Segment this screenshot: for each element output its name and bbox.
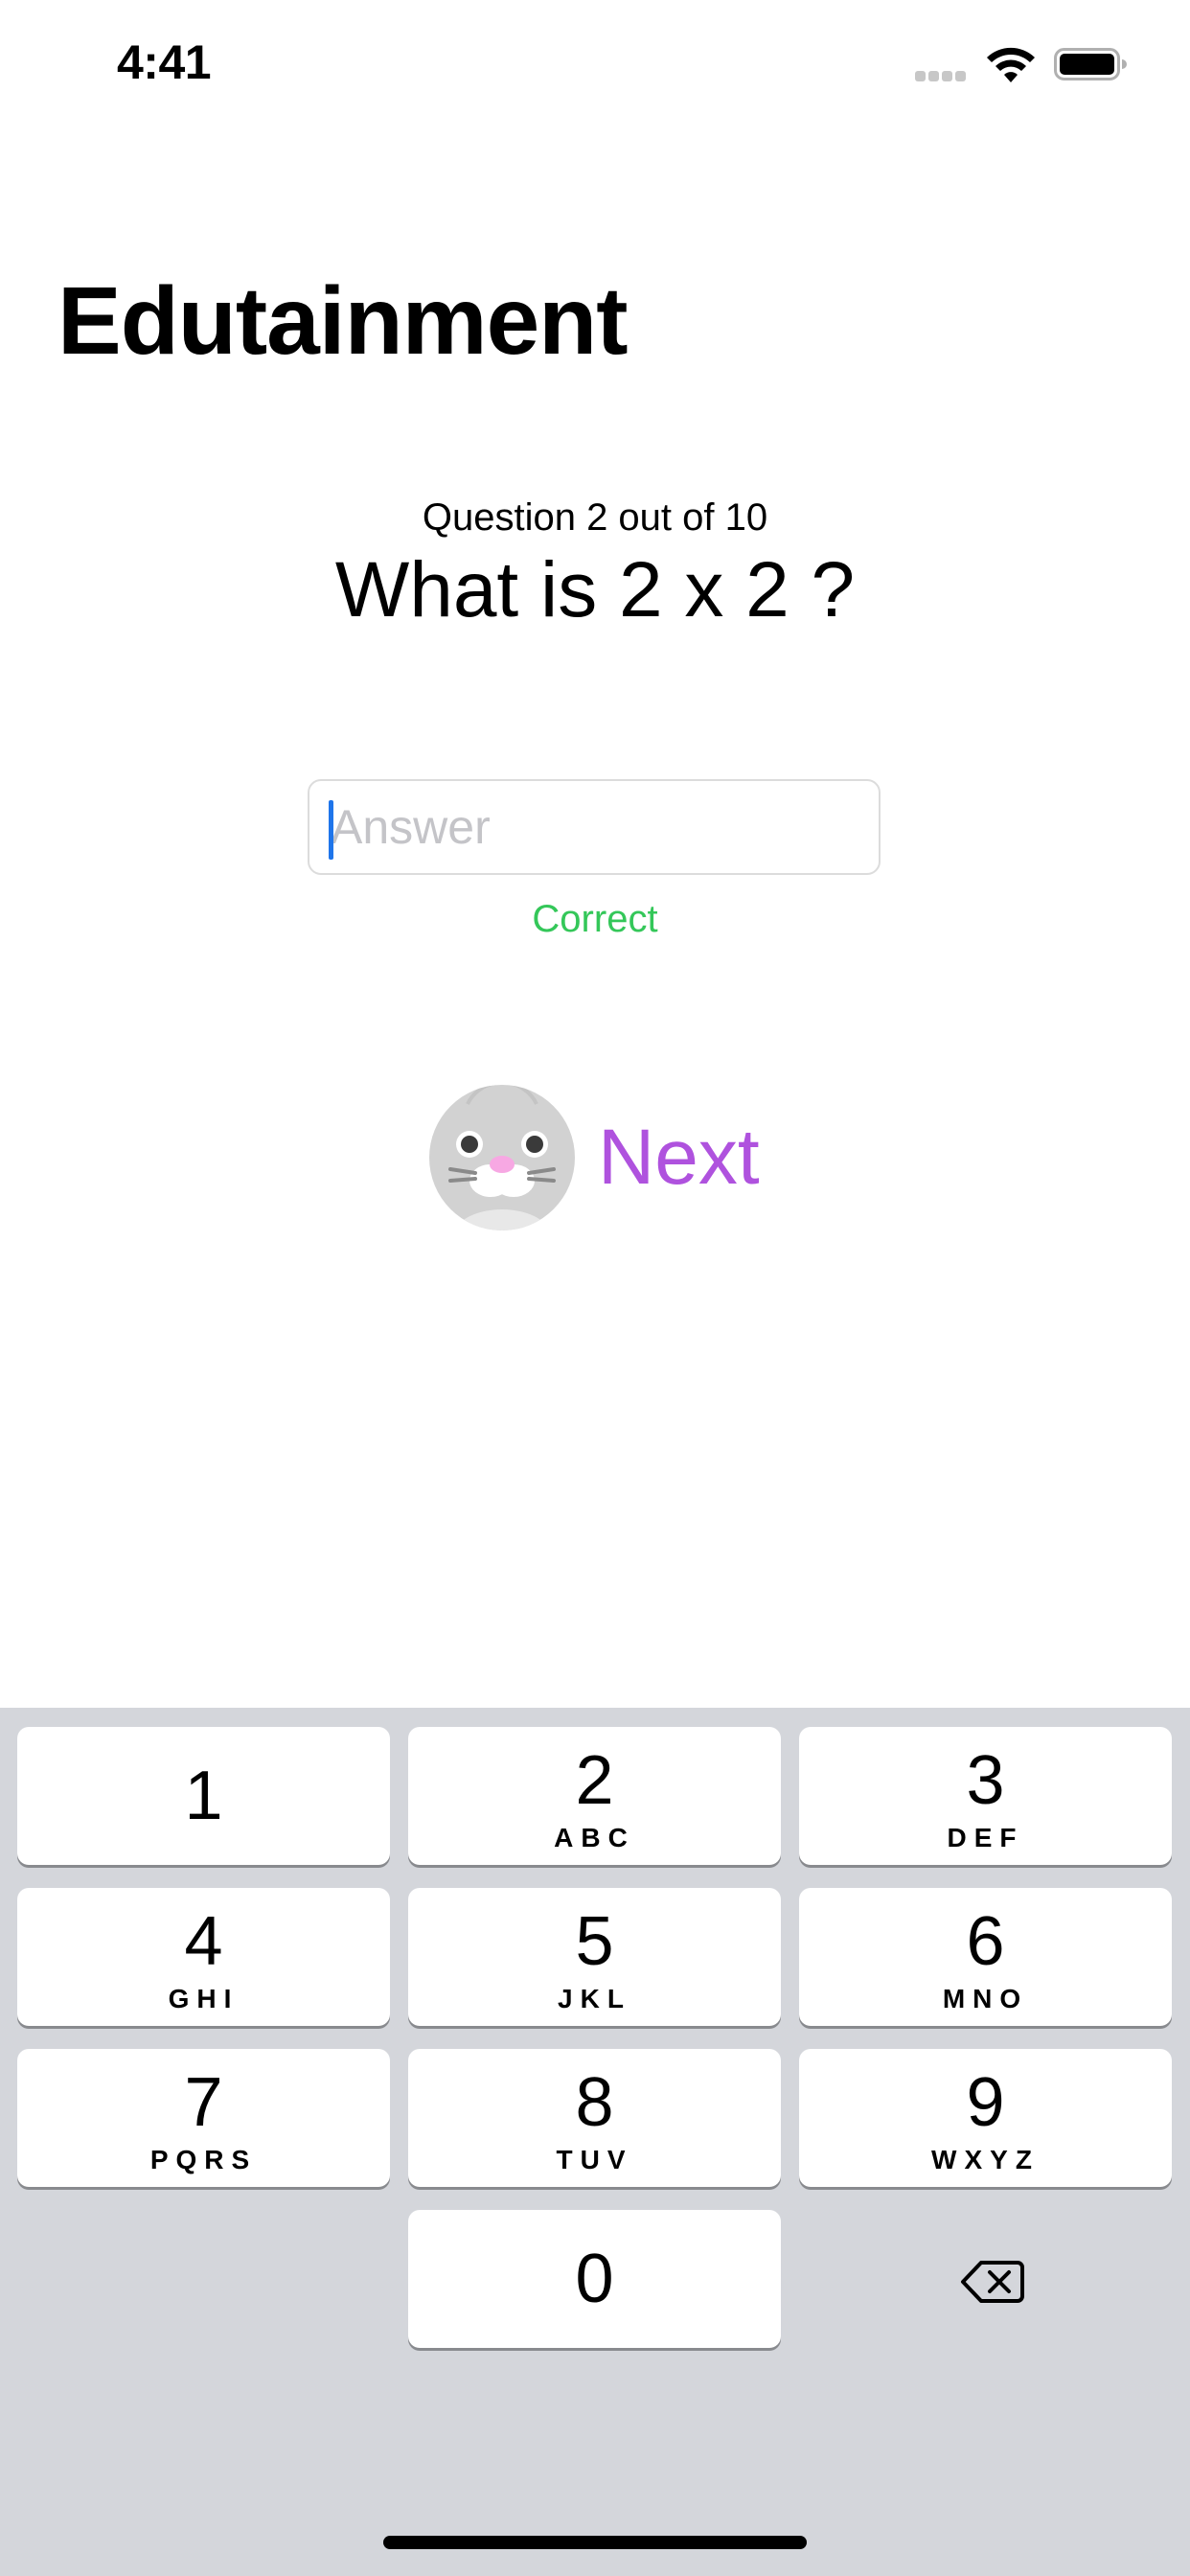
wifi-icon [987, 47, 1035, 82]
key-3[interactable]: 3 DEF [799, 1727, 1172, 1865]
key-letters: ABC [554, 1823, 635, 1852]
answer-field[interactable] [308, 779, 881, 875]
cellular-signal-icon [915, 69, 969, 86]
home-indicator [383, 2536, 807, 2549]
answer-feedback: Correct [532, 898, 658, 940]
key-2[interactable]: 2 ABC [408, 1727, 781, 1865]
key-letters: MNO [942, 1984, 1029, 2013]
key-letters: GHI [168, 1984, 240, 2013]
question-text: What is 2 x 2 ? [334, 546, 856, 633]
delete-backspace-icon [961, 2261, 1024, 2303]
key-letters: DEF [947, 1823, 1024, 1852]
key-digit: 5 [575, 1903, 614, 1980]
key-9[interactable]: 9 WXYZ [799, 2049, 1172, 2187]
key-4[interactable]: 4 GHI [17, 1888, 390, 2026]
key-letters: JKL [558, 1984, 631, 2013]
key-digit: 7 [184, 2064, 223, 2141]
key-letters: WXYZ [931, 2145, 1040, 2174]
key-0[interactable]: 0 [408, 2210, 781, 2348]
key-digit: 0 [575, 2241, 614, 2317]
key-digit: 1 [184, 1758, 223, 1834]
key-1[interactable]: 1 [17, 1727, 390, 1865]
key-digit: 8 [575, 2064, 614, 2141]
key-6[interactable]: 6 MNO [799, 1888, 1172, 2026]
key-8[interactable]: 8 TUV [408, 2049, 781, 2187]
key-letters: TUV [556, 2145, 633, 2174]
battery-icon [1054, 48, 1127, 80]
key-digit: 9 [966, 2064, 1005, 2141]
key-digit: 3 [966, 1742, 1005, 1819]
answer-input[interactable] [309, 781, 879, 873]
text-cursor [329, 800, 333, 860]
seal-avatar-icon [429, 1085, 575, 1230]
status-time: 4:41 [117, 35, 212, 89]
status-bar: 4:41 [0, 0, 1190, 134]
question-counter: Question 2 out of 10 [422, 496, 768, 539]
key-digit: 6 [966, 1903, 1005, 1980]
next-label: Next [598, 1114, 760, 1201]
key-digit: 2 [575, 1742, 614, 1819]
key-5[interactable]: 5 JKL [408, 1888, 781, 2026]
next-button[interactable]: Next [429, 1085, 760, 1230]
page-title: Edutainment [57, 267, 629, 375]
key-digit: 4 [184, 1903, 223, 1980]
delete-key[interactable] [797, 2211, 1170, 2349]
key-letters: PQRS [149, 2145, 258, 2174]
key-7[interactable]: 7 PQRS [17, 2049, 390, 2187]
